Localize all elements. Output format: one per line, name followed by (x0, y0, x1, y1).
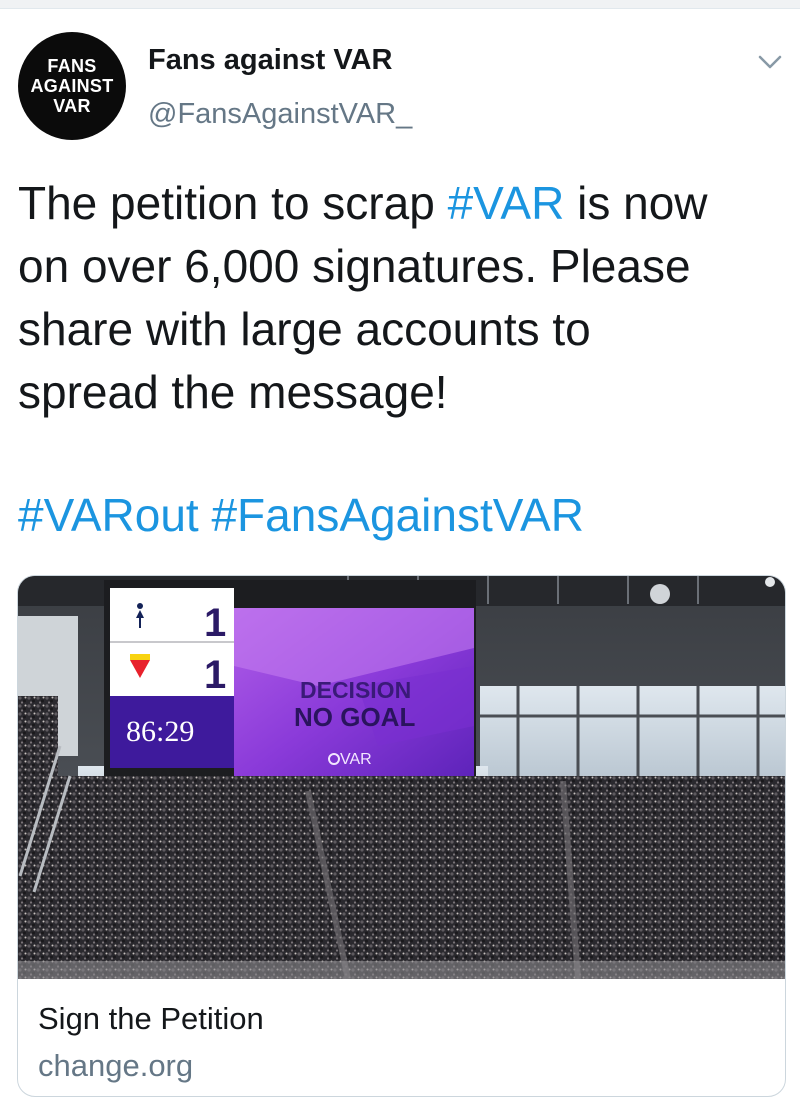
avatar-text-line-3: VAR (53, 96, 91, 116)
decision-result: NO GOAL (294, 702, 415, 732)
chevron-down-icon[interactable] (756, 50, 784, 74)
scoreboard-home-score: 1 (204, 601, 226, 645)
avatar-text-line-2: AGAINST (30, 76, 114, 96)
tweet-text-segment: is now (564, 177, 708, 229)
avatar-text-line-1: FANS (47, 56, 97, 76)
tweet-text-line-4: spread the message! (18, 366, 448, 418)
scoreboard-clock: 86:29 (126, 715, 194, 748)
hashtag-links[interactable]: #VARout #FansAgainstVAR (18, 484, 584, 547)
tweet-text-segment: The petition to scrap (18, 177, 448, 229)
scoreboard-away-score: 1 (204, 653, 226, 697)
author-handle[interactable]: @FansAgainstVAR_ (148, 98, 412, 131)
card-domain[interactable]: change.org (38, 1048, 193, 1084)
decision-title: DECISION (300, 677, 411, 703)
tweet-text-line-2: on over 6,000 signatures. Please (18, 240, 691, 292)
var-logo: VAR (340, 751, 372, 768)
tweet-text-line-1: The petition to scrap #VAR is now (18, 172, 788, 235)
card-title[interactable]: Sign the Petition (38, 1001, 264, 1037)
tweet-text-line-3: share with large accounts to (18, 303, 591, 355)
top-divider (0, 0, 800, 9)
avatar[interactable]: FANS AGAINST VAR (18, 32, 126, 140)
tweet-text: The petition to scrap #VAR is now on ove… (18, 172, 788, 424)
card-image: 1 1 86:29 DECISION NO GOAL VAR (18, 576, 785, 979)
link-card[interactable]: 1 1 86:29 DECISION NO GOAL VAR Sign the … (17, 575, 786, 1097)
author-display-name[interactable]: Fans against VAR (148, 44, 392, 77)
hashtag-link-var[interactable]: #VAR (448, 177, 565, 229)
